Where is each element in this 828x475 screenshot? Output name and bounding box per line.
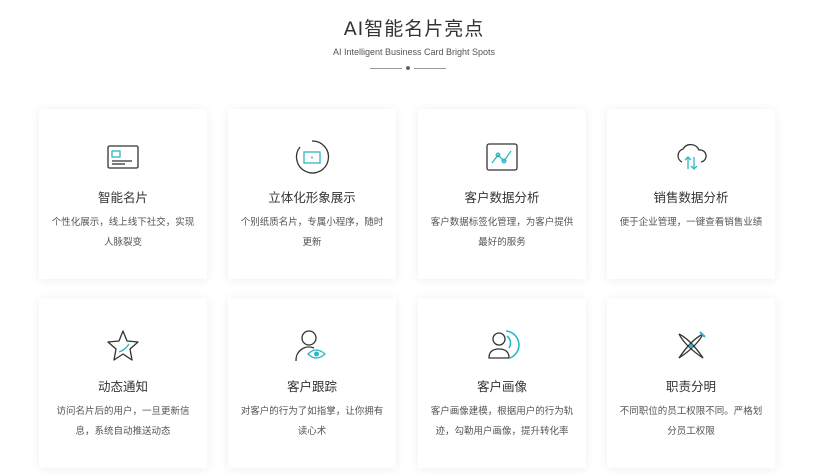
feature-card-3d-display[interactable]: 立体化形象展示 个别纸质名片，专属小程序，随时更新 bbox=[228, 109, 396, 279]
card-title: 立体化形象展示 bbox=[268, 190, 356, 205]
section-subtitle: AI Intelligent Business Card Bright Spot… bbox=[332, 47, 496, 57]
card-description: 个别纸质名片，专属小程序，随时更新 bbox=[240, 217, 384, 248]
title-divider bbox=[370, 64, 446, 72]
cloud-sync-icon bbox=[671, 137, 711, 177]
card-title: 客户画像 bbox=[476, 379, 527, 394]
user-portrait-icon bbox=[482, 326, 522, 366]
card-description: 不同职位的员工权限不同。严格划分员工权限 bbox=[619, 406, 763, 437]
card-title: 智能名片 bbox=[97, 190, 148, 205]
feature-card-tracking[interactable]: 客户跟踪 对客户的行为了如指掌，让你拥有读心术 bbox=[228, 298, 396, 468]
feature-card-customer-data[interactable]: 客户数据分析 客户数据标签化管理，为客户提供最好的服务 bbox=[418, 109, 586, 279]
card-description: 客户数据标签化管理，为客户提供最好的服务 bbox=[430, 217, 574, 248]
permission-icon bbox=[671, 326, 711, 366]
card-description: 对客户的行为了如指掌，让你拥有读心术 bbox=[240, 406, 384, 437]
feature-card-permissions[interactable]: 职责分明 不同职位的员工权限不同。严格划分员工权限 bbox=[607, 298, 775, 468]
feature-card-notification[interactable]: 动态通知 访问名片后的用户，一旦更新信息，系统自动推送动态 bbox=[39, 298, 207, 468]
card-description: 个性化展示，线上线下社交，实现人脉裂变 bbox=[51, 217, 195, 248]
feature-card-sales-data[interactable]: 销售数据分析 便于企业管理，一键查看销售业绩 bbox=[607, 109, 775, 279]
user-eye-icon bbox=[292, 326, 332, 366]
business-card-icon bbox=[103, 137, 143, 177]
card-title: 客户数据分析 bbox=[464, 190, 540, 205]
feature-card-smart-card[interactable]: 智能名片 个性化展示，线上线下社交，实现人脉裂变 bbox=[39, 109, 207, 279]
card-title: 职责分明 bbox=[665, 379, 716, 394]
card-description: 客户画像建模，根据用户的行为轨迹，勾勒用户画像，提升转化率 bbox=[430, 406, 574, 437]
card-title: 销售数据分析 bbox=[653, 190, 729, 205]
card-title: 客户跟踪 bbox=[286, 379, 337, 394]
card-description: 便于企业管理，一键查看销售业绩 bbox=[619, 217, 763, 228]
star-icon bbox=[103, 326, 143, 366]
card-title: 动态通知 bbox=[97, 379, 148, 394]
section-title: AI智能名片亮点 bbox=[343, 18, 485, 40]
card-description: 访问名片后的用户，一旦更新信息，系统自动推送动态 bbox=[56, 406, 190, 437]
data-chart-icon bbox=[482, 137, 522, 177]
3d-display-icon bbox=[292, 137, 332, 177]
feature-card-portrait[interactable]: 客户画像 客户画像建模，根据用户的行为轨迹，勾勒用户画像，提升转化率 bbox=[418, 298, 586, 468]
